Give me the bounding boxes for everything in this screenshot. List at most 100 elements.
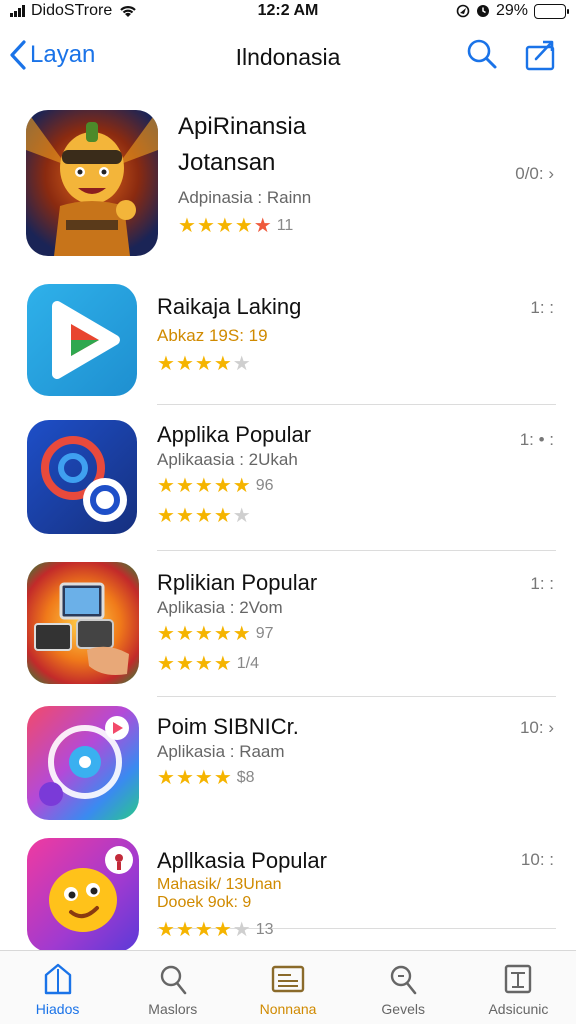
rating-count-secondary: 1/4 (236, 655, 259, 672)
wifi-icon (120, 6, 136, 17)
star-icon: ★ (194, 623, 213, 645)
share-button[interactable] (524, 38, 558, 72)
tab-bar: Hiados Maslors Nonnana Gevels Adsicunic (0, 950, 576, 1024)
news-icon (271, 965, 305, 993)
star-icon: ★ (232, 475, 251, 497)
app-meta[interactable]: 1: : (530, 574, 554, 594)
tab-home[interactable]: Hiados (0, 951, 115, 1024)
battery-percent: 29% (495, 2, 528, 19)
app-subtitle: Abkaz 19S: 19 (157, 326, 268, 345)
rating-stars: ★ ★ ★ ★ ★ 96 (157, 476, 273, 496)
app-subtitle: Aplikasia : Raam (157, 742, 285, 761)
game-character-icon (26, 110, 158, 256)
app-meta[interactable]: 10: : (521, 850, 554, 870)
battery-icon (534, 3, 569, 19)
share-icon (525, 40, 555, 71)
app-icon-camera (27, 706, 139, 820)
star-icon: ★ (213, 505, 232, 527)
search-icon (467, 39, 497, 69)
chat-icon (41, 436, 127, 522)
star-icon: ★ (194, 767, 213, 789)
app-meta[interactable]: 10: › (520, 718, 554, 738)
star-icon: ★ (213, 475, 232, 497)
home-icon (44, 963, 71, 995)
star-icon: ★ (157, 653, 175, 675)
search-icon (391, 965, 417, 995)
camera-icon (39, 716, 129, 806)
list-item[interactable]: Apllkasia Popular Mahasik/ 13Unan Dooek … (0, 830, 576, 952)
star-icon: ★ (194, 653, 213, 675)
app-name: Raikaja Laking (157, 294, 302, 319)
rating-stars: ★ ★ ★ ★ ★ 13 (157, 920, 273, 940)
app-icon-play (27, 284, 137, 396)
rating-stars-secondary: ★ ★ ★ ★ 1/4 (157, 654, 259, 674)
search-button[interactable] (466, 38, 498, 72)
tab-news[interactable]: Nonnana (230, 951, 345, 1024)
star-icon: ★ (213, 353, 232, 375)
star-icon: ★ (157, 623, 175, 645)
star-icon: ★ (213, 919, 232, 941)
star-icon: ★ (157, 919, 175, 941)
app-name: ApiRinansia (178, 113, 307, 140)
tab-label: Gevels (381, 1001, 425, 1017)
star-icon: ★ (194, 475, 213, 497)
list-item[interactable]: Poim SIBNICr. Aplikasia : Raam ★ ★ ★ ★ $… (0, 702, 576, 929)
app-meta[interactable]: 1: • : (520, 430, 554, 450)
list-item[interactable]: Applika Popular Aplikaasia : 2Ukah ★ ★ ★… (0, 410, 576, 556)
star-icon: ★ (175, 653, 194, 675)
carrier-label: DidoSTrore (31, 2, 113, 19)
chevron-left-icon (10, 40, 26, 70)
document-icon (505, 964, 532, 994)
rating-count: 96 (255, 477, 274, 494)
tab-label: Nonnana (259, 1001, 317, 1017)
app-icon-chat (27, 420, 137, 534)
app-subtitle: Mahasik/ 13Unan (157, 876, 282, 893)
play-icon (52, 301, 120, 379)
app-meta[interactable]: 0/0: › (515, 164, 554, 184)
star-icon: ★ (253, 215, 272, 237)
star-icon: ★ (157, 475, 175, 497)
tab-games[interactable]: Gevels (346, 951, 461, 1024)
tab-search[interactable]: Maslors (115, 951, 230, 1024)
star-icon: ★ (213, 767, 232, 789)
star-icon: ★ (234, 215, 253, 237)
emoji-icon (49, 846, 133, 932)
signal-icon (10, 5, 25, 17)
star-icon: ★ (175, 475, 194, 497)
tab-label: Adsicunic (488, 1001, 549, 1017)
back-button[interactable]: Layan (8, 38, 95, 72)
star-icon: ★ (175, 623, 194, 645)
rating-count: 11 (276, 217, 294, 234)
divider (157, 404, 556, 405)
app-name: Rplikian Popular (157, 570, 318, 595)
star-icon: ★ (194, 919, 213, 941)
nav-bar: Layan Ilndonasia (0, 30, 576, 82)
star-icon: ★ (194, 353, 213, 375)
list-item[interactable]: Rplikian Popular Aplikasia : 2Vom ★ ★ ★ … (0, 556, 576, 702)
rating-stars: ★ ★ ★ ★ $8 (157, 768, 255, 788)
star-icon: ★ (232, 623, 251, 645)
list-item[interactable]: Raikaja Laking Abkaz 19S: 19 ★ ★ ★ ★ ★ 1… (0, 270, 576, 410)
app-meta[interactable]: 1: : (530, 298, 554, 318)
search-icon (160, 965, 187, 995)
star-icon: ★ (232, 919, 251, 941)
tab-updates[interactable]: Adsicunic (461, 951, 576, 1024)
nav-actions (466, 38, 558, 72)
alarm-icon (476, 5, 489, 17)
star-icon: ★ (175, 353, 194, 375)
status-right: 29% (456, 2, 569, 20)
star-icon: ★ (232, 353, 251, 375)
star-icon: ★ (175, 919, 194, 941)
app-subtitle-secondary: Dooek 9ok: 9 (157, 894, 252, 911)
star-icon: ★ (194, 505, 213, 527)
back-label: Layan (30, 41, 96, 68)
status-left: DidoSTrore (10, 2, 138, 20)
app-icon-devices (27, 562, 139, 684)
star-icon: ★ (178, 215, 196, 237)
list-item[interactable]: ApiRinansia Jotansan Adpinasia : Rainn ★… (0, 100, 576, 270)
app-subtitle: Aplikasia : 2Vom (157, 598, 283, 617)
app-icon-emoji (27, 838, 139, 952)
app-name: Apllkasia Popular (157, 848, 327, 873)
star-icon: ★ (215, 215, 234, 237)
star-icon: ★ (175, 505, 194, 527)
